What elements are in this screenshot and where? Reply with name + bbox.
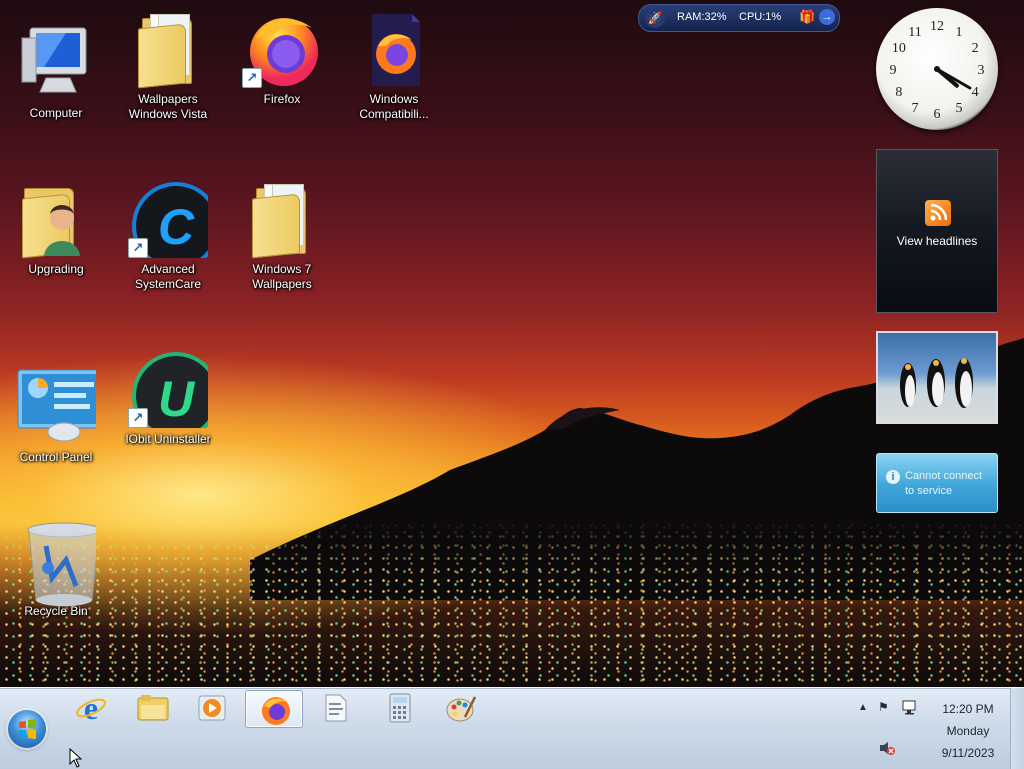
view-headlines-link[interactable]: View headlines	[877, 234, 997, 248]
computer-icon	[16, 22, 96, 102]
clock-numeral: 6	[934, 107, 941, 122]
clock-numeral: 3	[978, 63, 985, 78]
taskbar-media-player[interactable]	[183, 690, 239, 726]
clock-numeral: 8	[895, 85, 902, 100]
desktop-icon-recycle-bin[interactable]: Recycle Bin	[8, 520, 104, 619]
penguins-photo	[900, 358, 973, 408]
clock-numeral: 2	[972, 41, 979, 56]
desktop-icon-label: Wallpapers Windows Vista	[128, 92, 208, 121]
weather-gadget[interactable]: i Cannot connect to service	[876, 453, 998, 513]
clock-time: 12:20 PM	[942, 702, 994, 716]
desktop-icon-label: IObit Uninstaller	[125, 432, 211, 446]
desktop-icon-firefox[interactable]: ↗ Firefox	[234, 8, 330, 107]
shortcut-arrow-icon: ↗	[242, 68, 262, 88]
info-icon: i	[886, 470, 900, 484]
system-monitor-gadget[interactable]: 🚀 RAM:32% CPU:1% 🎁 →	[638, 4, 840, 32]
weather-error-message: Cannot connect to service	[905, 470, 983, 497]
clock-day: Monday	[946, 724, 990, 738]
paint-palette-icon	[446, 696, 477, 722]
clock-numeral: 7	[912, 101, 919, 116]
svg-text:U: U	[158, 371, 196, 427]
taskbar-clock[interactable]: 12:20 PM Monday 9/11/2023	[928, 698, 1008, 764]
desktop-icon-control-panel[interactable]: Control Panel	[8, 366, 111, 465]
clock-date: 9/11/2023	[941, 746, 995, 760]
desktop-icon-label: Advanced SystemCare	[134, 262, 202, 291]
cpu-usage: CPU:1%	[739, 11, 782, 23]
calculator-icon	[389, 693, 411, 723]
clock-numeral: 5	[956, 101, 963, 116]
gift-icon[interactable]: 🎁	[799, 9, 815, 25]
taskbar-windows-explorer[interactable]	[123, 690, 179, 726]
clock-numeral: 1	[956, 25, 963, 40]
iobit-uninstaller-icon: U ↗	[128, 348, 220, 440]
control-panel-icon	[16, 366, 111, 446]
desktop-icon-label: Upgrading	[28, 262, 84, 276]
taskbar-internet-explorer[interactable]: e	[62, 690, 118, 726]
svg-text:e: e	[84, 693, 98, 723]
network-icon[interactable]	[902, 699, 918, 718]
document-icon	[325, 694, 347, 722]
taskbar-firefox[interactable]	[245, 690, 303, 728]
show-hidden-icons-icon[interactable]: ▲	[858, 702, 868, 713]
arrow-right-icon[interactable]: →	[819, 9, 835, 25]
shortcut-arrow-icon: ↗	[128, 408, 148, 428]
clock-gadget[interactable]: 12 1 2 3 4 5 6 7 8 9 10 11	[876, 8, 998, 130]
ram-usage: RAM:32%	[677, 11, 727, 23]
rocket-icon[interactable]: 🚀	[645, 8, 665, 28]
windows-start-icon[interactable]	[8, 710, 46, 748]
advanced-systemcare-icon: C ↗	[128, 178, 220, 270]
volume-muted-icon[interactable]	[878, 740, 896, 759]
desktop-icon-wallpapers-vista[interactable]: Wallpapers Windows Vista	[120, 8, 216, 122]
desktop-icon-advanced-systemcare[interactable]: C ↗ Advanced SystemCare	[120, 178, 220, 292]
taskbar: e ▲ ⚑ 12:20 PM Monday 9/11/2023	[0, 687, 1024, 769]
clock-numeral: 10	[892, 41, 906, 56]
media-player-icon	[198, 695, 226, 721]
city-lights	[0, 520, 1024, 687]
clock-numeral: 12	[930, 19, 944, 34]
clock-numeral: 11	[908, 25, 921, 40]
mouse-pointer-icon	[69, 748, 83, 768]
clock-face: 12 12 3 45678 9 1011	[890, 19, 985, 122]
action-center-flag-icon[interactable]: ⚑	[878, 700, 889, 714]
desktop-icon-label: Windows Compatibili...	[359, 92, 429, 121]
desktop-icon-label: Firefox	[263, 92, 301, 106]
desktop-icon-label: Control Panel	[19, 450, 93, 464]
taskbar-document[interactable]	[306, 690, 362, 726]
desktop-icon-upgrading[interactable]: Upgrading	[8, 178, 104, 277]
show-desktop-button[interactable]	[1010, 688, 1024, 769]
firefox-icon: ↗	[242, 8, 322, 88]
rss-icon	[925, 200, 951, 226]
folder-icon	[242, 178, 322, 259]
folder-icon	[128, 8, 208, 89]
desktop-icon-label: Computer	[29, 106, 83, 120]
slideshow-gadget[interactable]	[876, 331, 998, 424]
desktop-icon-windows-compatibility[interactable]: Windows Compatibili...	[346, 8, 442, 122]
folder-library-icon	[137, 695, 169, 721]
taskbar-paint[interactable]	[431, 690, 487, 726]
desktop-icon-computer[interactable]: Computer	[8, 22, 104, 121]
taskbar-calculator[interactable]	[371, 690, 427, 726]
internet-explorer-icon: e	[76, 693, 106, 723]
user-folder-icon	[16, 178, 96, 259]
desktop-icon-iobit-uninstaller[interactable]: U ↗ IObit Uninstaller	[120, 348, 220, 447]
firefox-icon	[262, 697, 290, 725]
feed-headlines-gadget[interactable]: View headlines	[876, 149, 998, 313]
clock-numeral: 4	[972, 85, 979, 100]
desktop-icon-windows7-wallpapers[interactable]: Windows 7 Wallpapers	[234, 178, 330, 292]
recycle-bin-icon	[16, 520, 101, 607]
clock-numeral: 9	[890, 63, 897, 78]
svg-text:C: C	[158, 199, 195, 255]
firefox-document-icon	[354, 8, 434, 88]
shortcut-arrow-icon: ↗	[128, 238, 148, 258]
desktop-icon-label: Windows 7 Wallpapers	[252, 262, 312, 291]
